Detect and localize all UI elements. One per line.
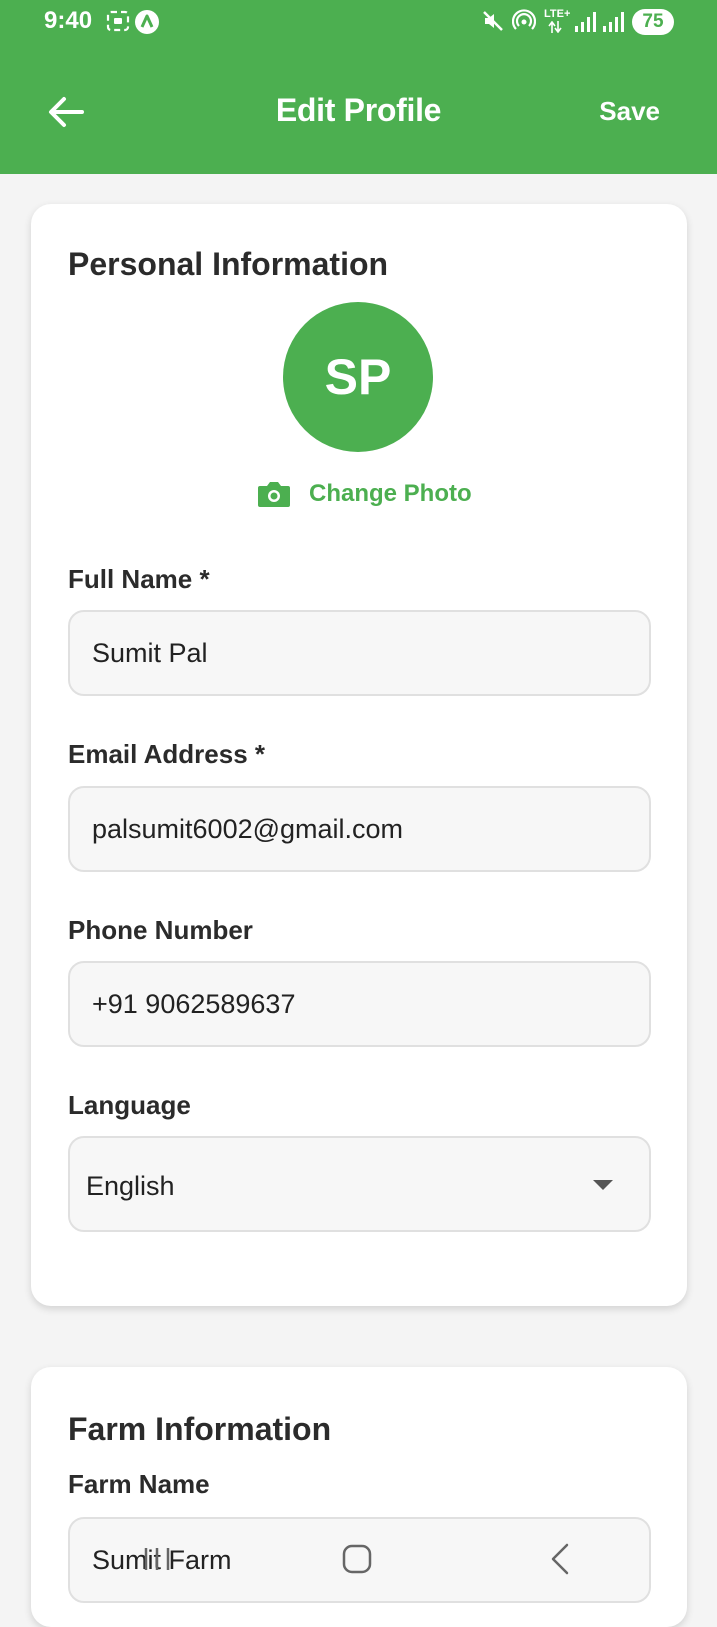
farm-name-label: Farm Name — [68, 1469, 210, 1499]
save-button[interactable]: Save — [599, 96, 660, 127]
change-photo-label: Change Photo — [309, 480, 472, 507]
data-arrows-icon — [548, 21, 562, 33]
status-bar: 9:40 LTE+ 75 — [0, 0, 717, 46]
personal-section-title: Personal Information — [68, 246, 389, 282]
email-field[interactable] — [68, 786, 651, 872]
language-selected-value: English — [86, 1171, 175, 1201]
recents-icon[interactable] — [140, 1542, 174, 1576]
signal-2-icon — [603, 12, 624, 32]
hotspot-icon — [512, 9, 536, 30]
battery-indicator: 75 — [632, 9, 674, 35]
system-navigation-bar — [0, 1524, 717, 1600]
signal-1-icon — [575, 12, 596, 32]
network-type-label: LTE+ — [544, 8, 571, 20]
language-label: Language — [68, 1090, 191, 1120]
phone-field[interactable] — [68, 961, 651, 1047]
home-icon[interactable] — [340, 1542, 374, 1576]
full-name-label: Full Name * — [68, 564, 210, 594]
camera-icon — [258, 482, 290, 507]
mute-icon — [483, 11, 503, 31]
change-photo-button[interactable]: Change Photo — [257, 480, 472, 508]
chevron-left-icon[interactable] — [544, 1542, 578, 1576]
screen-record-icon — [106, 10, 130, 32]
triangle-down-icon — [593, 1180, 613, 1190]
language-select[interactable]: English — [68, 1136, 651, 1232]
farm-section-title: Farm Information — [68, 1411, 332, 1447]
app-notification-icon — [135, 10, 159, 34]
avatar: SP — [283, 302, 433, 452]
personal-information-card: Personal Information SP Change Photo Ful… — [31, 204, 687, 1306]
app-header: 9:40 LTE+ 75 Edit Profile Save — [0, 0, 717, 174]
email-label: Email Address * — [68, 739, 266, 769]
full-name-field[interactable] — [68, 610, 651, 696]
phone-label: Phone Number — [68, 915, 253, 945]
status-time: 9:40 — [44, 7, 93, 34]
